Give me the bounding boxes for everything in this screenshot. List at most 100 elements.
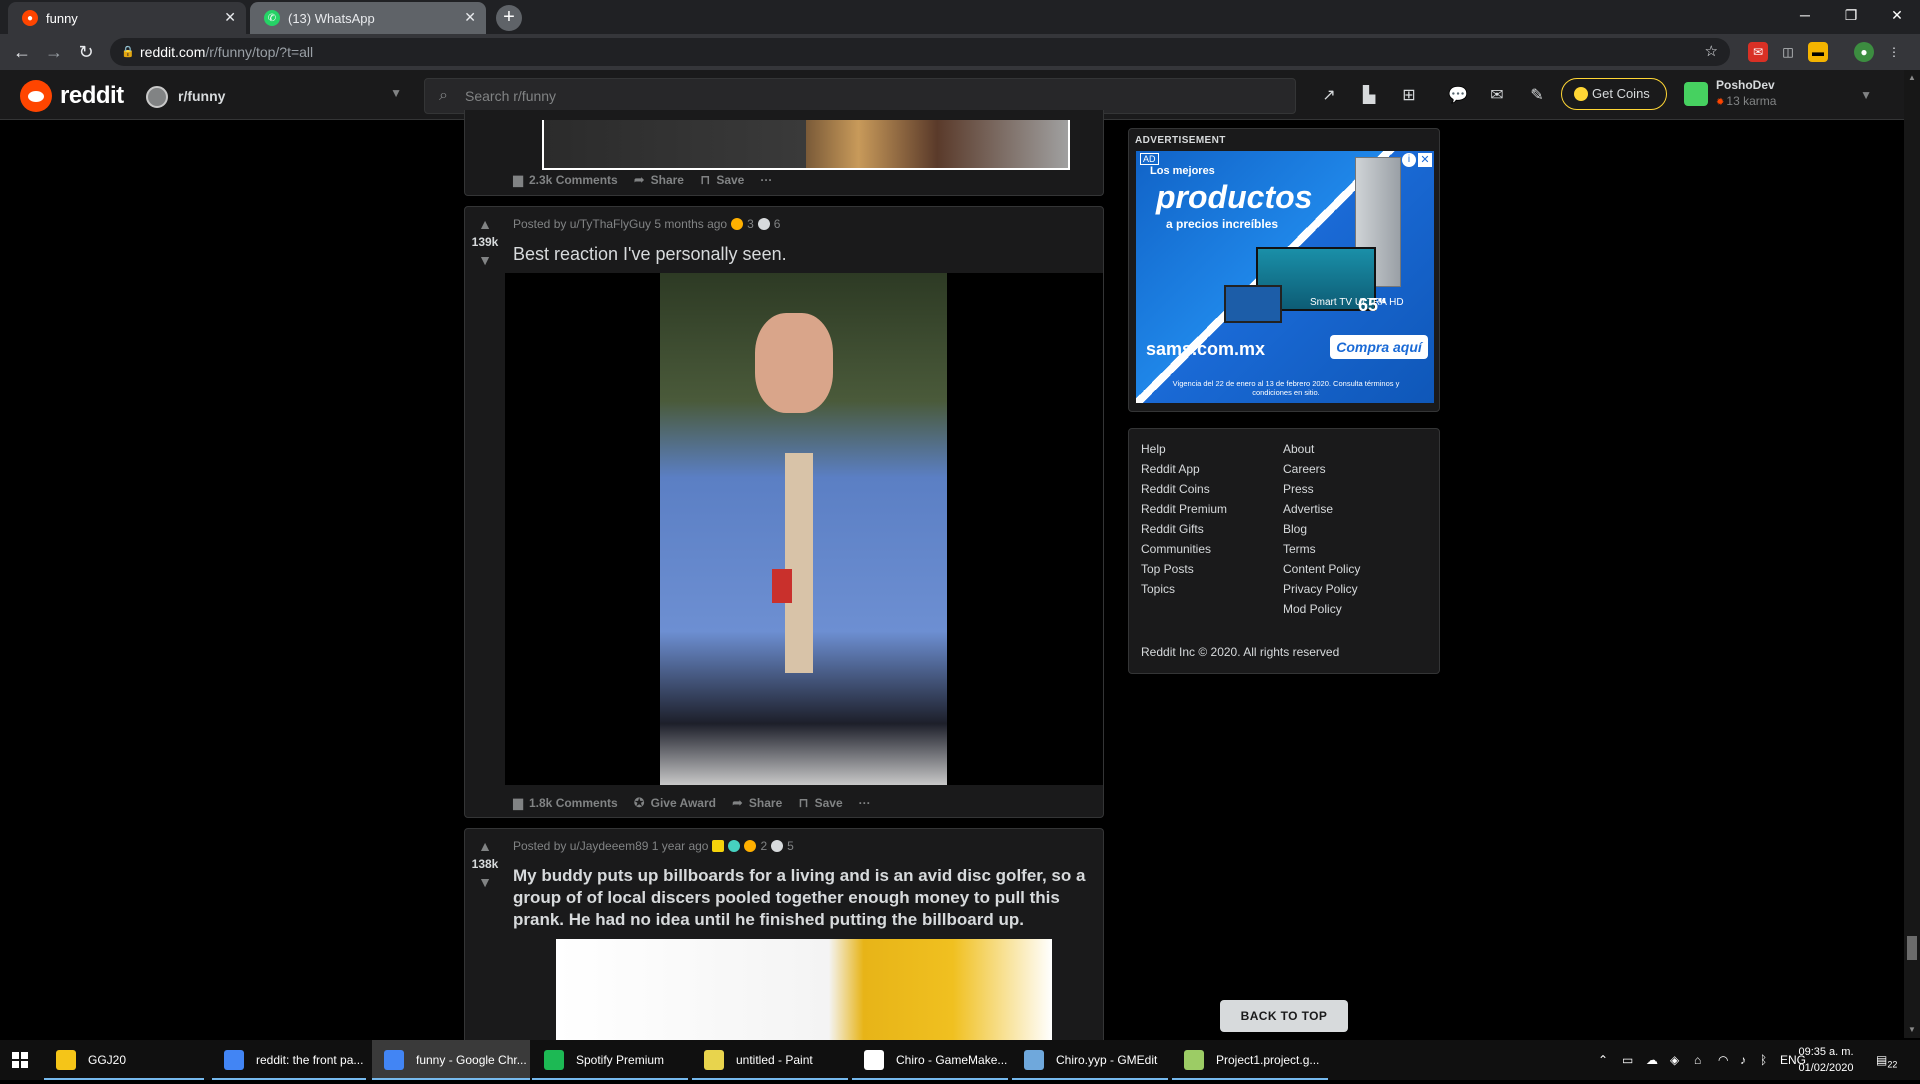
close-tab-icon[interactable]: ✕ xyxy=(224,9,236,26)
scroll-up-icon[interactable]: ▲ xyxy=(1904,70,1920,86)
reload-icon[interactable]: ↻ xyxy=(74,41,98,63)
chat-icon[interactable]: 💬 xyxy=(1447,85,1469,107)
footer-link[interactable]: Content Policy xyxy=(1283,561,1360,577)
page-scrollbar[interactable]: ▲ ▼ xyxy=(1904,70,1920,1038)
footer-link[interactable]: Reddit Coins xyxy=(1141,481,1227,497)
post-title[interactable]: My buddy puts up billboards for a living… xyxy=(513,865,1097,931)
downvote-icon[interactable]: ▼ xyxy=(477,875,493,889)
dropbox-icon[interactable]: ◈ xyxy=(1670,1040,1679,1080)
battery-icon[interactable]: ▭ xyxy=(1622,1040,1633,1080)
give-award-button[interactable]: ✪ Give Award xyxy=(634,795,716,811)
comments-button[interactable]: ▆ 1.8k Comments xyxy=(513,795,618,811)
close-window-icon[interactable]: ✕ xyxy=(1874,0,1920,30)
taskbar-app[interactable]: Chiro - GameMake... xyxy=(852,1040,1008,1080)
profile-avatar[interactable]: ● xyxy=(1854,42,1874,62)
post-title[interactable]: Best reaction I've personally seen. xyxy=(513,243,787,265)
footer-link[interactable]: Privacy Policy xyxy=(1283,581,1360,597)
post-image[interactable] xyxy=(542,120,1070,170)
user-menu[interactable]: PoshoDev 13 karma ▼ xyxy=(1684,78,1884,112)
bookmark-icon: ⊓ xyxy=(798,795,809,810)
popular-trending-icon[interactable]: ↗ xyxy=(1318,85,1340,107)
create-post-icon[interactable]: ✎ xyxy=(1526,85,1548,107)
post-media[interactable] xyxy=(556,939,1052,1041)
more-options-icon[interactable]: ··· xyxy=(859,796,871,810)
close-tab-icon[interactable]: ✕ xyxy=(464,9,476,26)
reddit-wordmark[interactable]: reddit xyxy=(60,82,124,110)
save-button[interactable]: ⊓ Save xyxy=(700,172,744,188)
info-icon[interactable]: i xyxy=(1402,153,1416,167)
share-button[interactable]: ➦ Share xyxy=(732,795,782,811)
minimize-icon[interactable]: ─ xyxy=(1782,0,1828,30)
messages-icon[interactable]: ✉ xyxy=(1486,85,1508,107)
pocket-extension-icon[interactable]: ◫ xyxy=(1778,42,1798,62)
tab-whatsapp[interactable]: ✆ (13) WhatsApp ✕ xyxy=(250,2,486,34)
notifications-icon[interactable]: ▤22 xyxy=(1876,1040,1897,1080)
coin-icon xyxy=(1574,87,1588,101)
footer-link[interactable]: Communities xyxy=(1141,541,1227,557)
gmail-extension-icon[interactable]: ✉ xyxy=(1748,42,1768,62)
share-button[interactable]: ➦ Share xyxy=(634,172,684,188)
windows-start-icon[interactable] xyxy=(12,1052,28,1068)
restore-icon[interactable]: ❐ xyxy=(1828,0,1874,30)
community-selector[interactable]: r/funny ▼ xyxy=(146,80,402,112)
close-icon[interactable]: ✕ xyxy=(1418,153,1432,167)
search-input[interactable]: ⌕ Search r/funny xyxy=(424,78,1296,114)
clock[interactable]: 09:35 a. m. 01/02/2020 xyxy=(1796,1044,1856,1076)
get-coins-button[interactable]: Get Coins xyxy=(1561,78,1667,110)
cloud-icon[interactable]: ☁ xyxy=(1646,1040,1658,1080)
taskbar-app[interactable]: Chiro.yyp - GMEdit xyxy=(1012,1040,1168,1080)
tab-funny[interactable]: ● funny ✕ xyxy=(8,2,246,34)
footer-link[interactable]: Press xyxy=(1283,481,1360,497)
tray-chevron-icon[interactable]: ⌃ xyxy=(1598,1040,1608,1080)
chrome-menu-icon[interactable]: ⋮ xyxy=(1884,42,1904,62)
post-card[interactable]: ▲ 139k ▼ Posted by u/TyThaFlyGuy 5 month… xyxy=(464,206,1104,818)
ad-banner[interactable]: AD i ✕ Los mejores productos a precios i… xyxy=(1136,151,1434,403)
footer-link[interactable]: Reddit Gifts xyxy=(1141,521,1227,537)
communities-grid-icon[interactable]: ⊞ xyxy=(1398,85,1420,107)
address-bar[interactable]: 🔒 reddit.com/r/funny/top/?t=all ☆ xyxy=(110,38,1730,66)
footer-link[interactable]: Reddit App xyxy=(1141,461,1227,477)
posted-by[interactable]: Posted by u/Jaydeeem89 1 year ago xyxy=(513,839,708,853)
volume-icon[interactable]: ♪ xyxy=(1740,1040,1746,1080)
taskbar-app[interactable]: GGJ20 xyxy=(44,1040,204,1080)
all-leaderboard-icon[interactable]: ▙ xyxy=(1358,85,1380,107)
post-media[interactable] xyxy=(505,273,1103,785)
comments-button[interactable]: ▆ 2.3k Comments xyxy=(513,172,618,188)
ad-cta-button[interactable]: Compra aquí xyxy=(1330,335,1428,359)
downvote-icon[interactable]: ▼ xyxy=(477,253,493,267)
footer-link[interactable]: Reddit Premium xyxy=(1141,501,1227,517)
footer-link[interactable]: Advertise xyxy=(1283,501,1360,517)
wifi-icon[interactable]: ◠ xyxy=(1718,1040,1728,1080)
more-options-icon[interactable]: ··· xyxy=(760,173,772,187)
back-arrow-icon[interactable]: ← xyxy=(10,41,34,63)
reddit-logo-icon[interactable] xyxy=(20,80,52,112)
upvote-icon[interactable]: ▲ xyxy=(477,839,493,853)
footer-link[interactable]: Help xyxy=(1141,441,1227,457)
taskbar-app[interactable]: reddit: the front pa... xyxy=(212,1040,366,1080)
posted-by[interactable]: Posted by u/TyThaFlyGuy 5 months ago xyxy=(513,217,727,231)
new-tab-button[interactable]: + xyxy=(496,5,522,31)
bookmark-star-icon[interactable]: ☆ xyxy=(1705,38,1718,66)
extension-icon[interactable]: ▬ xyxy=(1808,42,1828,62)
taskbar-app[interactable]: Spotify Premium xyxy=(532,1040,688,1080)
forward-arrow-icon[interactable]: → xyxy=(42,41,66,63)
taskbar-app-label: Spotify Premium xyxy=(576,1053,665,1067)
taskbar-app[interactable]: untitled - Paint xyxy=(692,1040,848,1080)
footer-link[interactable]: Blog xyxy=(1283,521,1360,537)
post-card[interactable]: ▆ 2.3k Comments ➦ Share ⊓ Save ··· xyxy=(464,110,1104,196)
taskbar-app[interactable]: funny - Google Chr... xyxy=(372,1040,530,1080)
back-to-top-button[interactable]: BACK TO TOP xyxy=(1220,1000,1348,1032)
save-button[interactable]: ⊓ Save xyxy=(798,795,842,811)
footer-link[interactable]: About xyxy=(1283,441,1360,457)
footer-link[interactable]: Mod Policy xyxy=(1283,601,1360,617)
upvote-icon[interactable]: ▲ xyxy=(477,217,493,231)
discord-icon[interactable]: ⌂ xyxy=(1694,1040,1701,1080)
footer-link[interactable]: Terms xyxy=(1283,541,1360,557)
footer-link[interactable]: Topics xyxy=(1141,581,1227,597)
post-card[interactable]: ▲ 138k ▼ Posted by u/Jaydeeem89 1 year a… xyxy=(464,828,1104,1041)
footer-link[interactable]: Careers xyxy=(1283,461,1360,477)
scroll-thumb[interactable] xyxy=(1907,936,1917,960)
footer-link[interactable]: Top Posts xyxy=(1141,561,1227,577)
scroll-down-icon[interactable]: ▼ xyxy=(1904,1022,1920,1038)
taskbar-app[interactable]: Project1.project.g... xyxy=(1172,1040,1328,1080)
